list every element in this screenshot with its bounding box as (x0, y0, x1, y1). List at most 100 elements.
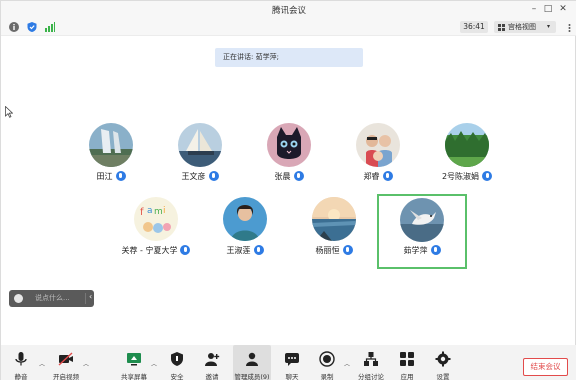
gear-icon (435, 351, 451, 367)
participant-tile[interactable]: 王淑莲 (200, 195, 290, 269)
participant-name-text: 郑睿 (363, 172, 380, 181)
svg-text:i: i (163, 206, 166, 216)
participant-tile[interactable]: 王文彦 (155, 119, 245, 193)
participant-name-text: 田江 (96, 172, 113, 181)
participant-tile[interactable]: 田江 (66, 119, 156, 193)
participant-name-text: 张晨 (274, 172, 291, 181)
avatar (178, 123, 222, 167)
apps-button[interactable]: 应用 (395, 345, 419, 380)
microphone-icon (15, 352, 27, 366)
mic-icon (115, 171, 126, 181)
share-screen-button[interactable]: 共享屏幕 (121, 345, 147, 380)
participant-name: 王淑莲 (200, 245, 290, 256)
emoji-icon[interactable] (14, 294, 23, 303)
add-user-icon (205, 353, 220, 366)
video-button[interactable]: 开启视频 (53, 345, 79, 380)
breakout-icon (364, 352, 378, 366)
invite-button[interactable]: 邀请 (199, 345, 225, 380)
share-screen-icon (127, 353, 141, 366)
security-button[interactable]: 安全 (165, 345, 189, 380)
grid-icon (498, 24, 505, 31)
status-row: 36:41 宫格视图 ▾ (1, 19, 576, 36)
bottom-toolbar: 静音 ︿ 开启视频 ︿ 共享屏幕 ︿ 安全 邀请 管理成员(9) 聊天 录制 ︿… (1, 345, 576, 380)
chat-quick-input[interactable]: 说点什么... ‹ (9, 290, 94, 307)
svg-text:m: m (154, 207, 163, 217)
chevron-up-icon[interactable]: ︿ (344, 359, 350, 368)
participant-tile[interactable]: 2号陈淑娟 (422, 119, 512, 193)
mic-icon (430, 245, 441, 255)
avatar: fami (134, 197, 178, 241)
minimize-icon[interactable]: – (528, 3, 540, 15)
grid-view-label: 宫格视图 (508, 23, 536, 31)
end-meeting-button[interactable]: 结束会议 (523, 358, 568, 376)
window-title: 腾讯会议 (271, 6, 306, 16)
mic-icon (342, 245, 353, 255)
members-icon (246, 352, 258, 366)
mute-button[interactable]: 静音 (9, 345, 33, 380)
avatar (312, 197, 356, 241)
avatar (223, 197, 267, 241)
share-screen-label: 共享屏幕 (121, 373, 147, 380)
participant-name: 张晨 (244, 171, 334, 182)
participant-name: 2号陈淑娟 (422, 171, 512, 182)
participant-name: 茹学萍 (379, 245, 465, 256)
mic-icon (208, 171, 219, 181)
participant-tile[interactable]: 杨丽恒 (289, 195, 379, 269)
info-icon[interactable] (9, 22, 19, 32)
participant-name: 关荐 - 宁夏大学 (111, 245, 201, 256)
chevron-up-icon[interactable]: ︿ (151, 359, 157, 368)
record-button[interactable]: 录制 (315, 345, 339, 380)
meeting-timer: 36:41 (460, 21, 488, 33)
chevron-up-icon[interactable]: ︿ (83, 359, 89, 368)
participant-tile[interactable]: 张晨 (244, 119, 334, 193)
chevron-up-icon[interactable]: ︿ (39, 359, 45, 368)
participant-name-text: 杨丽恒 (315, 246, 340, 255)
chevron-down-icon: ▾ (547, 23, 551, 30)
participant-name: 王文彦 (155, 171, 245, 182)
more-icon[interactable] (568, 24, 571, 32)
collapse-icon[interactable]: ‹ (89, 292, 92, 301)
apps-icon (400, 352, 414, 366)
divider (85, 293, 86, 304)
chat-icon (285, 353, 299, 366)
avatar (356, 123, 400, 167)
settings-label: 设置 (436, 373, 450, 380)
avatar (445, 123, 489, 167)
participant-name: 杨丽恒 (289, 245, 379, 256)
avatar (89, 123, 133, 167)
shield-icon (171, 352, 183, 366)
close-icon[interactable]: ✕ (557, 3, 569, 15)
participant-tile[interactable]: fami 关荐 - 宁夏大学 (111, 195, 201, 269)
participant-name-text: 王淑莲 (226, 246, 251, 255)
mic-icon (482, 171, 493, 181)
chat-placeholder: 说点什么... (35, 294, 70, 302)
mic-icon (293, 171, 304, 181)
participant-name-text: 2号陈淑娟 (441, 172, 480, 181)
video-label: 开启视频 (53, 373, 79, 380)
breakout-button[interactable]: 分组讨论 (357, 345, 385, 380)
avatar (267, 123, 311, 167)
participant-name: 郑睿 (333, 171, 423, 182)
meeting-window: 腾讯会议 – □ ✕ 36:41 宫格视图 ▾ 正在讲话: 茹学萍; 田江 王文… (0, 0, 576, 380)
camera-off-icon (58, 352, 73, 366)
mute-label: 静音 (14, 373, 28, 380)
participant-tile-active[interactable]: 茹学萍 (377, 194, 467, 269)
participant-tile[interactable]: 郑睿 (333, 119, 423, 193)
settings-button[interactable]: 设置 (431, 345, 455, 380)
manage-members-button[interactable]: 管理成员(9) (233, 345, 271, 380)
participant-name-text: 关荐 - 宁夏大学 (121, 246, 178, 255)
mic-icon (180, 245, 191, 255)
svg-text:a: a (147, 206, 153, 216)
shield-icon[interactable] (27, 22, 37, 32)
mic-icon (253, 245, 264, 255)
participant-name: 田江 (66, 171, 156, 182)
grid-view-button[interactable]: 宫格视图 ▾ (494, 21, 556, 33)
chat-button[interactable]: 聊天 (279, 345, 305, 380)
maximize-icon[interactable]: □ (542, 3, 554, 15)
record-icon (319, 351, 335, 367)
avatar (400, 198, 444, 242)
participant-name-text: 王文彦 (181, 172, 206, 181)
cursor-icon (5, 106, 13, 118)
participant-name-text: 茹学萍 (403, 246, 428, 255)
signal-icon[interactable] (45, 22, 55, 32)
